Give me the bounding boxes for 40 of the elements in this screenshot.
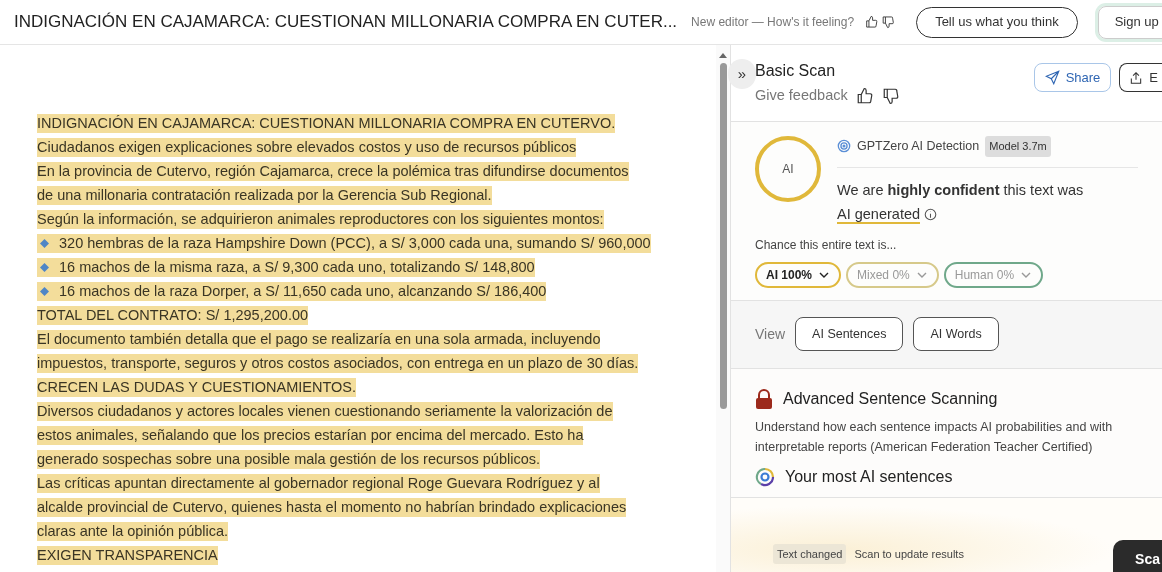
- view-toggle-button[interactable]: AI Words: [913, 317, 999, 351]
- probability-chip[interactable]: AI 100%: [755, 261, 842, 288]
- sign-up-button[interactable]: Sign up: [1097, 5, 1162, 39]
- verdict-highlight: AI generated: [837, 205, 921, 224]
- section-title: Advanced Sentence Scanning: [783, 388, 998, 409]
- document-title: INDIGNACIÓN EN CAJAMARCA: CUESTIONAN MILLONARIA COMPRA EN CUTER...: [14, 11, 678, 34]
- target-icon: [837, 139, 851, 154]
- notice-text: Scan to update results: [854, 546, 964, 562]
- diamond-bullet-icon: [40, 238, 49, 248]
- scrollbar-thumb[interactable]: [719, 63, 727, 409]
- bullet-item: 16 machos de la misma raza, a S/ 9,300 cada uno, totalizando S/ 148,800: [37, 257, 535, 277]
- verdict-text: We are highly confident this text was: [837, 181, 1084, 198]
- bullet-item: 320 hembras de la raza Hampshire Down (PCC), a S/ 3,000 cada una, sumando S/ 960,000: [37, 233, 651, 253]
- bullet-item: 16 machos de la raza Dorper, a S/ 11,650 cada uno, alcanzando S/ 186,400: [37, 281, 547, 301]
- info-icon[interactable]: [924, 207, 938, 221]
- export-button[interactable]: E: [1119, 63, 1162, 92]
- view-label: View: [755, 324, 786, 344]
- collapse-button[interactable]: »: [728, 59, 756, 89]
- thumbs-up-icon[interactable]: [855, 86, 874, 105]
- diamond-bullet-icon: [40, 262, 49, 272]
- scroll-up-icon[interactable]: [719, 51, 727, 59]
- feedback-prompt: New editor — How's it feeling?: [691, 14, 855, 31]
- panel-title: Basic Scan: [755, 61, 837, 81]
- section-description: Understand how each sentence impacts AI probabilities and with interpretable reports (American Federation Teacher Certified): [755, 418, 1114, 456]
- view-toggle-button[interactable]: AI Sentences: [795, 317, 904, 351]
- section-title: Your most AI sentences: [785, 466, 953, 487]
- diamond-bullet-icon: [40, 286, 49, 296]
- ai-score-ring: AI: [755, 136, 821, 202]
- ring-icon: [755, 466, 775, 487]
- thumbs-down-icon[interactable]: [881, 86, 900, 105]
- lock-icon: [755, 388, 773, 409]
- scan-button[interactable]: Sca: [1113, 540, 1162, 572]
- share-button[interactable]: Share: [1033, 63, 1112, 92]
- upload-icon: [1129, 70, 1144, 85]
- chance-label: Chance this entire text is...: [755, 236, 898, 254]
- detector-name: GPTZero AI Detection: [857, 137, 980, 155]
- send-icon: [1044, 70, 1060, 85]
- model-badge: Model 3.7m: [985, 136, 1051, 157]
- status-badge: Text changed: [773, 543, 847, 564]
- feedback-label: Give feedback: [755, 86, 848, 105]
